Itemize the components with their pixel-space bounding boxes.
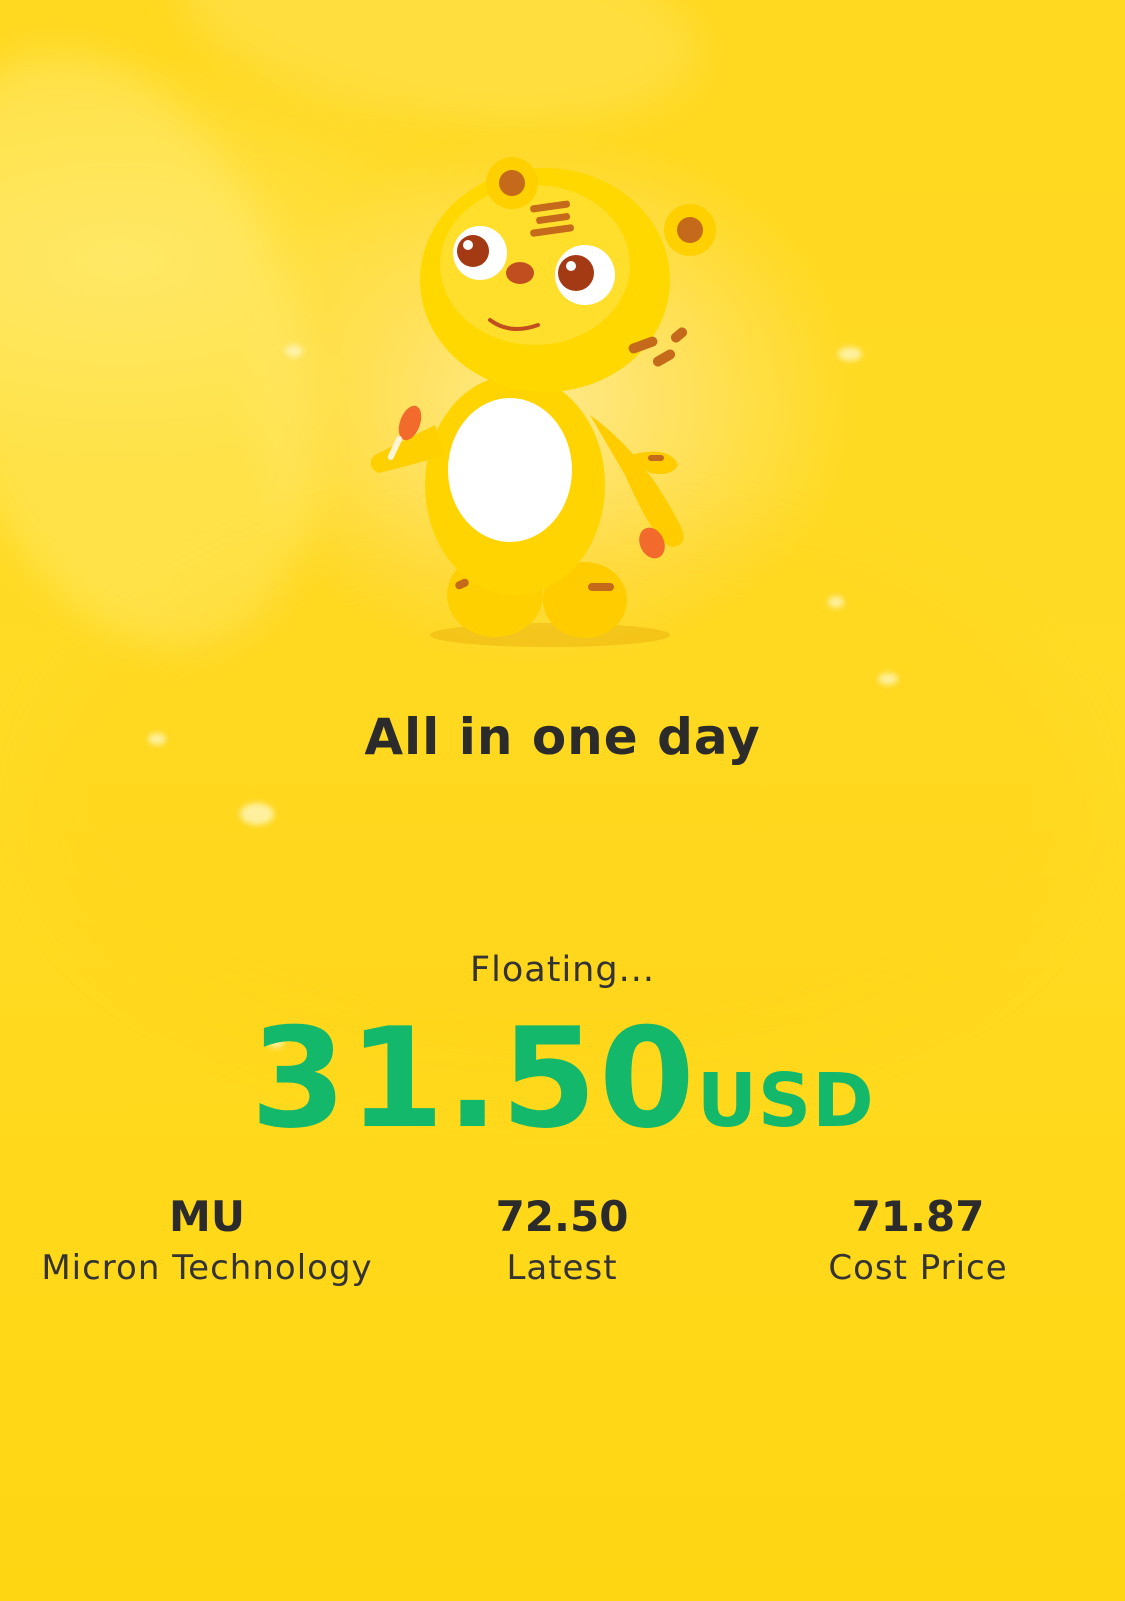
stat-latest-label: Latest [506, 1248, 618, 1289]
floating-label: Floating... [470, 950, 655, 990]
sparkle [285, 345, 303, 357]
floating-amount: 31.50USD [0, 1010, 1125, 1148]
stat-symbol-label: Micron Technology [41, 1248, 373, 1289]
background-swirl [168, 0, 712, 156]
stat-symbol: MU Micron Technology [27, 1192, 387, 1289]
stat-latest-value: 72.50 [495, 1192, 629, 1241]
share-card: All in one day Floating... 31.50USD MU M… [0, 0, 1125, 1601]
sparkle [828, 596, 844, 608]
sparkle [240, 803, 274, 825]
stat-cost-price-value: 71.87 [851, 1192, 985, 1241]
stat-symbol-value: MU [169, 1192, 245, 1241]
headline: All in one day [364, 708, 761, 766]
stat-cost-price: 71.87 Cost Price [738, 1192, 1098, 1289]
floating-amount-unit: USD [696, 1058, 875, 1144]
stat-cost-price-label: Cost Price [828, 1248, 1008, 1289]
sparkle [878, 673, 898, 685]
tiger-mascot-icon [360, 155, 740, 655]
floating-amount-value: 31.50 [250, 998, 697, 1159]
tiger-mascot-illustration [370, 157, 716, 647]
stat-latest: 72.50 Latest [382, 1192, 742, 1289]
sparkle [838, 347, 862, 361]
